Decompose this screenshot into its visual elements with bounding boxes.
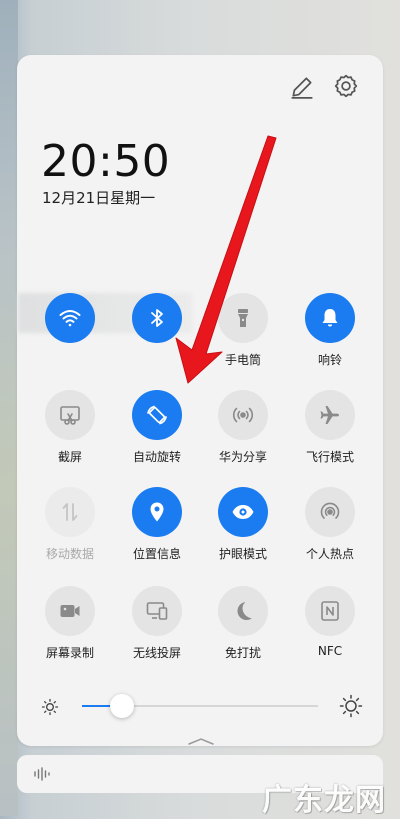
data-arrows-icon[interactable] [45,487,95,537]
brightness-slider[interactable] [82,694,318,718]
sun-small-icon [40,697,60,717]
tile-label: 无线投屏 [132,646,181,660]
share-icon[interactable] [218,390,268,440]
tile-ring[interactable]: 响铃 [290,293,370,373]
tile-label: 手电筒 [224,353,261,367]
tile-nfc[interactable]: NFC [290,586,370,666]
tile-label: 自动旋转 [132,450,181,464]
video-camera-icon[interactable] [45,586,95,636]
tile-label: NFC [317,644,343,658]
gear-icon[interactable] [333,73,359,99]
cast-screen-icon[interactable] [132,586,182,636]
wallpaper-edge [0,0,18,816]
location-pin-icon[interactable] [132,487,182,537]
tile-do-not-disturb[interactable]: 免打扰 [203,586,283,666]
tile-label: 屏幕录制 [45,646,94,660]
tile-airplane[interactable]: 飞行模式 [290,390,370,470]
bluetooth-icon[interactable] [132,293,182,343]
wifi-icon[interactable] [45,293,95,343]
tile-auto-rotate[interactable]: 自动旋转 [117,390,197,470]
sound-wave-icon [33,766,51,782]
tile-label: 飞行模式 [305,450,354,464]
tile-location[interactable]: 位置信息 [117,487,197,567]
tile-huawei-share[interactable]: 华为分享 [203,390,283,470]
tile-hotspot[interactable]: 个人热点 [290,487,370,567]
tile-label: 移动数据 [45,547,94,561]
tile-flashlight[interactable]: 手电筒 [203,293,283,373]
pencil-icon[interactable] [289,74,315,100]
flashlight-icon[interactable] [218,293,268,343]
tile-wireless-projection[interactable]: 无线投屏 [117,586,197,666]
tile-label: 个人热点 [305,547,354,561]
tile-screen-record[interactable]: 屏幕录制 [30,586,110,666]
rotate-icon[interactable] [132,390,182,440]
brightness-slider-thumb[interactable] [110,694,134,718]
eye-icon[interactable] [218,487,268,537]
screenshot-icon[interactable] [45,390,95,440]
tile-mobile-data[interactable]: 移动数据 [30,487,110,567]
tile-label: 响铃 [317,353,342,367]
tile-label: 位置信息 [132,547,181,561]
tile-wifi[interactable] [30,293,110,373]
tile-label: 免打扰 [224,646,261,660]
clock-time: 20:50 [41,136,171,187]
airplane-icon[interactable] [305,390,355,440]
bell-icon[interactable] [305,293,355,343]
clock-date: 12月21日星期一 [42,189,156,207]
sun-large-icon [339,694,363,718]
hotspot-icon[interactable] [305,487,355,537]
tile-label: 截屏 [57,450,82,464]
tile-bluetooth[interactable] [117,293,197,373]
tile-label: 护眼模式 [218,547,267,561]
nfc-icon[interactable] [305,586,355,636]
tile-eye-comfort[interactable]: 护眼模式 [203,487,283,567]
tile-screenshot[interactable]: 截屏 [30,390,110,470]
tile-label: 华为分享 [218,450,267,464]
moon-icon[interactable] [218,586,268,636]
watermark: 广东龙网 [262,783,386,818]
panel-collapse-handle[interactable] [187,731,215,745]
